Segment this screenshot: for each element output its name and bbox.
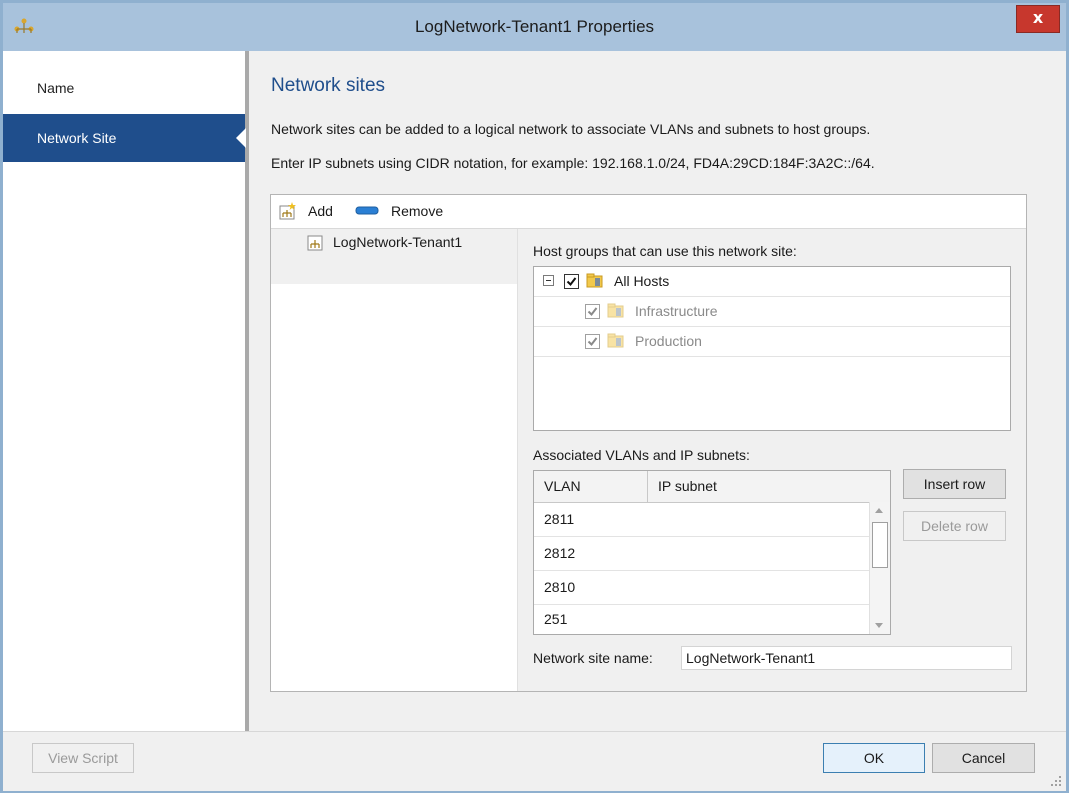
site-detail: Host groups that can use this network si… — [518, 229, 1026, 691]
add-button[interactable]: Add — [278, 201, 348, 221]
vlan-grid: VLAN IP subnet 2811 2812 2810 251 — [533, 470, 891, 635]
tree-row-production: Production — [534, 327, 1010, 357]
ok-button[interactable]: OK — [823, 743, 925, 773]
title-bar: LogNetwork-Tenant1 Properties x — [3, 3, 1066, 51]
sidebar-item-name[interactable]: Name — [3, 64, 245, 112]
main-content: Network sites Network sites can be added… — [249, 51, 1066, 731]
vlan-label: Associated VLANs and IP subnets: — [533, 447, 750, 463]
column-header-vlan[interactable]: VLAN — [534, 471, 648, 502]
list-item[interactable]: LogNetwork-Tenant1 — [271, 229, 517, 284]
sites-list: LogNetwork-Tenant1 — [271, 229, 518, 691]
table-row[interactable]: 2811 — [534, 503, 870, 537]
delete-row-button[interactable]: Delete row — [903, 511, 1006, 541]
description-text: Network sites can be added to a logical … — [271, 121, 871, 137]
cidr-hint-text: Enter IP subnets using CIDR notation, fo… — [271, 155, 875, 171]
site-name-label: Network site name: — [533, 650, 653, 666]
add-label: Add — [308, 203, 333, 219]
vlan-scrollbar[interactable] — [869, 502, 890, 634]
infrastructure-checkbox[interactable] — [585, 304, 600, 319]
view-script-button[interactable]: View Script — [32, 743, 134, 773]
scroll-up-icon[interactable] — [875, 508, 883, 513]
vlan-cell: 2811 — [544, 511, 575, 527]
host-group-folder-icon — [607, 303, 624, 318]
tree-label-infrastructure: Infrastructure — [635, 303, 718, 319]
host-groups-label: Host groups that can use this network si… — [533, 243, 797, 259]
remove-icon — [355, 206, 379, 215]
page-title: Network sites — [271, 75, 386, 96]
properties-dialog: LogNetwork-Tenant1 Properties x Name Net… — [0, 0, 1069, 793]
tree-row-infrastructure: Infrastructure — [534, 297, 1010, 327]
vlan-cell: 2812 — [544, 545, 576, 561]
resize-grip-icon[interactable] — [1050, 775, 1062, 787]
vlan-cell: 251 — [544, 611, 568, 627]
scroll-down-icon[interactable] — [875, 623, 883, 628]
vlan-cell: 2810 — [544, 579, 576, 595]
collapse-icon[interactable] — [543, 275, 554, 286]
host-group-folder-icon — [586, 273, 603, 288]
network-sites-panel: Add Remove LogNetwork-Tenant1 Host group… — [270, 194, 1027, 692]
production-checkbox[interactable] — [585, 334, 600, 349]
site-label: LogNetwork-Tenant1 — [333, 234, 463, 250]
insert-row-button[interactable]: Insert row — [903, 469, 1006, 499]
column-header-ip-subnet[interactable]: IP subnet — [648, 471, 890, 502]
table-row[interactable]: 2810 — [534, 571, 870, 605]
tree-label-production: Production — [635, 333, 702, 349]
remove-label: Remove — [391, 203, 444, 219]
sidebar-item-network-site[interactable]: Network Site — [3, 114, 246, 162]
all-hosts-checkbox[interactable] — [564, 274, 579, 289]
remove-button[interactable]: Remove — [355, 201, 455, 221]
tree-label-all-hosts: All Hosts — [614, 273, 670, 289]
close-button[interactable]: x — [1016, 5, 1060, 33]
grid-header: VLAN IP subnet — [534, 471, 890, 503]
tree-row-all-hosts: All Hosts — [534, 267, 1010, 297]
site-name-input[interactable] — [681, 646, 1012, 670]
window-title: LogNetwork-Tenant1 Properties — [414, 17, 655, 36]
table-row[interactable]: 2812 — [534, 537, 870, 571]
table-row[interactable]: 251 — [534, 605, 870, 633]
scroll-thumb[interactable] — [872, 522, 888, 568]
sidebar: Name Network Site — [3, 51, 249, 731]
cancel-button[interactable]: Cancel — [932, 743, 1035, 773]
host-group-folder-icon — [607, 333, 624, 348]
network-site-icon — [307, 235, 323, 251]
sites-toolbar: Add Remove — [271, 195, 1026, 229]
host-groups-tree: All Hosts Infrastructure Production — [533, 266, 1011, 431]
dialog-footer: View Script OK Cancel — [3, 731, 1066, 791]
add-site-icon — [279, 202, 296, 220]
